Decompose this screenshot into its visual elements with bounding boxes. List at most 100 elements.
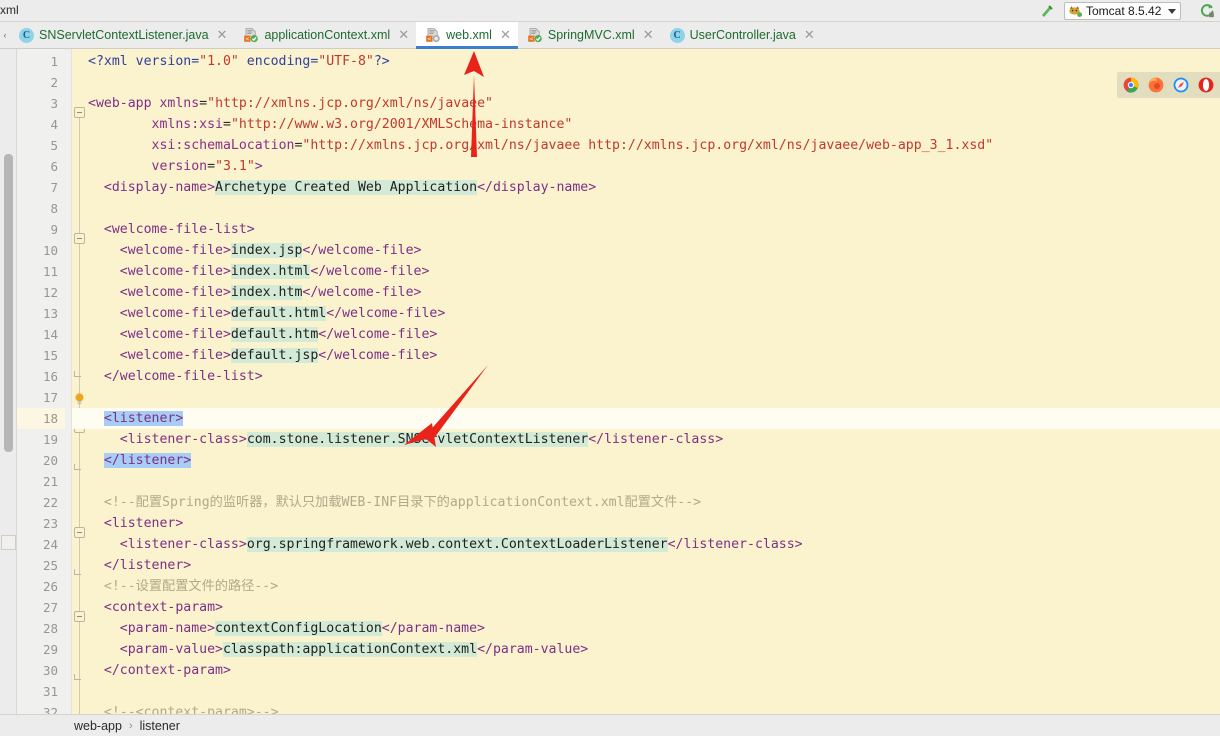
code-line-content[interactable]: </welcome-file-list> <box>88 366 263 387</box>
hammer-icon[interactable] <box>1038 2 1056 20</box>
tab-applicationcontext-xml[interactable]: <> applicationContext.xml ✕ <box>234 22 416 48</box>
code-line[interactable]: 10 <welcome-file>index.jsp</welcome-file… <box>0 240 1220 261</box>
code-line-content[interactable]: <!--配置Spring的监听器，默认只加载WEB-INF目录下的applica… <box>88 492 701 513</box>
code-line-content[interactable]: <listener> <box>88 513 183 534</box>
tab-scroll-left-icon[interactable]: ‹ <box>0 22 10 48</box>
line-number: 31 <box>42 684 58 699</box>
code-line-content[interactable]: <param-value>classpath:applicationContex… <box>88 639 588 660</box>
code-line[interactable]: 8 <box>0 198 1220 219</box>
browser-preview-widget[interactable] <box>1117 72 1220 98</box>
code-line-content[interactable]: xsi:schemaLocation="http://xmlns.jcp.org… <box>88 135 994 156</box>
code-line-content[interactable]: <welcome-file-list> <box>88 219 255 240</box>
line-number: 29 <box>42 642 58 657</box>
code-line[interactable]: 14 <welcome-file>default.htm</welcome-fi… <box>0 324 1220 345</box>
safari-icon[interactable] <box>1173 77 1189 93</box>
code-line-content[interactable]: </listener> <box>88 450 192 471</box>
line-number: 30 <box>42 663 58 678</box>
current-line-highlight <box>72 408 1220 429</box>
code-line[interactable]: 29 <param-value>classpath:applicationCon… <box>0 639 1220 660</box>
code-line[interactable]: 19 <listener-class>com.stone.listener.SN… <box>0 429 1220 450</box>
tab-web-xml[interactable]: <> web.xml ✕ <box>416 22 518 49</box>
close-icon[interactable]: ✕ <box>804 29 815 42</box>
breadcrumb-item-web-app[interactable]: web-app <box>74 719 122 733</box>
code-line-content[interactable]: <welcome-file>default.jsp</welcome-file> <box>88 345 437 366</box>
code-line[interactable]: 26 <!--设置配置文件的路径--> <box>0 576 1220 597</box>
code-line-content[interactable]: <welcome-file>index.html</welcome-file> <box>88 261 429 282</box>
code-line[interactable]: 7 <display-name>Archetype Created Web Ap… <box>0 177 1220 198</box>
code-line-content[interactable]: <web-app xmlns="http://xmlns.jcp.org/xml… <box>88 93 493 114</box>
code-line[interactable]: 1 <?xml version="1.0" encoding="UTF-8"?> <box>0 51 1220 72</box>
code-line[interactable]: 12 <welcome-file>index.htm</welcome-file… <box>0 282 1220 303</box>
chrome-icon[interactable] <box>1123 77 1139 93</box>
code-line[interactable]: 27 <context-param> <box>0 597 1220 618</box>
code-line[interactable]: 21 <box>0 471 1220 492</box>
close-icon[interactable]: ✕ <box>217 29 228 42</box>
run-configuration-selector[interactable]: Tomcat 8.5.42 <box>1064 2 1182 20</box>
code-line[interactable]: 28 <param-name>contextConfigLocation</pa… <box>0 618 1220 639</box>
firefox-icon[interactable] <box>1148 77 1164 93</box>
close-icon[interactable]: ✕ <box>643 29 654 42</box>
code-line-content[interactable]: <param-name>contextConfigLocation</param… <box>88 618 485 639</box>
code-line-content[interactable]: <display-name>Archetype Created Web Appl… <box>88 177 596 198</box>
line-number: 20 <box>42 453 58 468</box>
code-line-content[interactable]: <!--设置配置文件的路径--> <box>88 576 278 597</box>
code-line-content[interactable]: <welcome-file>default.html</welcome-file… <box>88 303 445 324</box>
code-line[interactable]: 30 </context-param> <box>0 660 1220 681</box>
tab-usercontroller-java[interactable]: C UserController.java ✕ <box>661 22 822 48</box>
code-line-content[interactable]: version="3.1"> <box>88 156 263 177</box>
line-number: 12 <box>42 285 58 300</box>
line-number: 32 <box>42 705 58 714</box>
code-line[interactable]: 4 xmlns:xsi="http://www.w3.org/2001/XMLS… <box>0 114 1220 135</box>
line-number: 16 <box>42 369 58 384</box>
code-line[interactable]: 16 </welcome-file-list> <box>0 366 1220 387</box>
ide-window: xml Tomcat 8.5.42 ‹ C SNServletContextLi… <box>0 0 1220 736</box>
tab-springmvc-xml[interactable]: <> SpringMVC.xml ✕ <box>518 22 661 48</box>
code-line[interactable]: 17 <box>0 387 1220 408</box>
code-line-content[interactable]: <welcome-file>index.htm</welcome-file> <box>88 282 421 303</box>
line-number: 1 <box>50 54 58 69</box>
breadcrumb-item-listener[interactable]: listener <box>140 719 180 733</box>
code-line[interactable]: 24 <listener-class>org.springframework.w… <box>0 534 1220 555</box>
code-line[interactable]: 9 <welcome-file-list> <box>0 219 1220 240</box>
xml-file-icon: <> <box>425 27 441 43</box>
code-line-content[interactable]: <listener> <box>88 408 184 429</box>
code-line-content[interactable]: </listener> <box>88 555 191 576</box>
tomcat-cat-icon <box>1068 4 1082 18</box>
breadcrumb-separator: › <box>128 719 133 732</box>
code-line-content[interactable]: xmlns:xsi="http://www.w3.org/2001/XMLSch… <box>88 114 573 135</box>
tab-snservletcontextlistener-java[interactable]: C SNServletContextListener.java ✕ <box>10 22 234 48</box>
code-line-content[interactable]: <listener-class>com.stone.listener.SNSer… <box>88 429 723 450</box>
code-line[interactable]: 2 <box>0 72 1220 93</box>
code-line[interactable]: 22 <!--配置Spring的监听器，默认只加载WEB-INF目录下的appl… <box>0 492 1220 513</box>
close-icon[interactable]: ✕ <box>500 29 511 42</box>
main-toolbar: xml Tomcat 8.5.42 <box>0 0 1220 22</box>
line-number: 17 <box>42 390 58 405</box>
code-line[interactable]: 20 </listener> <box>0 450 1220 471</box>
close-icon[interactable]: ✕ <box>398 29 409 42</box>
code-line-content[interactable]: <context-param> <box>88 597 223 618</box>
code-editor[interactable]: 1 <?xml version="1.0" encoding="UTF-8"?> 2… <box>0 49 1220 714</box>
line-number: 23 <box>42 516 58 531</box>
code-line[interactable]: 23 <listener> <box>0 513 1220 534</box>
opera-icon[interactable] <box>1198 77 1214 93</box>
code-line[interactable]: 15 <welcome-file>default.jsp</welcome-fi… <box>0 345 1220 366</box>
code-line-content[interactable]: <welcome-file>default.htm</welcome-file> <box>88 324 437 345</box>
code-line[interactable]: 3 <web-app xmlns="http://xmlns.jcp.org/xm… <box>0 93 1220 114</box>
code-line[interactable]: 5 xsi:schemaLocation="http://xmlns.jcp.o… <box>0 135 1220 156</box>
line-number: 6 <box>50 159 58 174</box>
code-line[interactable]: 25 </listener> <box>0 555 1220 576</box>
code-line[interactable]: 31 <box>0 681 1220 702</box>
code-line[interactable]: 6 version="3.1"> <box>0 156 1220 177</box>
code-line[interactable]: 11 <welcome-file>index.html</welcome-fil… <box>0 261 1220 282</box>
code-line-content[interactable]: <?xml version="1.0" encoding="UTF-8"?> <box>88 51 390 72</box>
code-line-content[interactable]: <welcome-file>index.jsp</welcome-file> <box>88 240 421 261</box>
tab-label: UserController.java <box>689 28 796 42</box>
code-line-content[interactable]: </context-param> <box>88 660 231 681</box>
rerun-icon[interactable] <box>1198 2 1216 20</box>
code-line[interactable]: 32 <!--<context-param>--> <box>0 702 1220 714</box>
line-number: 18 <box>17 408 65 429</box>
code-line-content[interactable]: <!--<context-param>--> <box>88 702 279 714</box>
code-line[interactable]: 18 <listener> <box>0 408 1220 429</box>
code-line-content[interactable]: <listener-class>org.springframework.web.… <box>88 534 803 555</box>
code-line[interactable]: 13 <welcome-file>default.html</welcome-f… <box>0 303 1220 324</box>
